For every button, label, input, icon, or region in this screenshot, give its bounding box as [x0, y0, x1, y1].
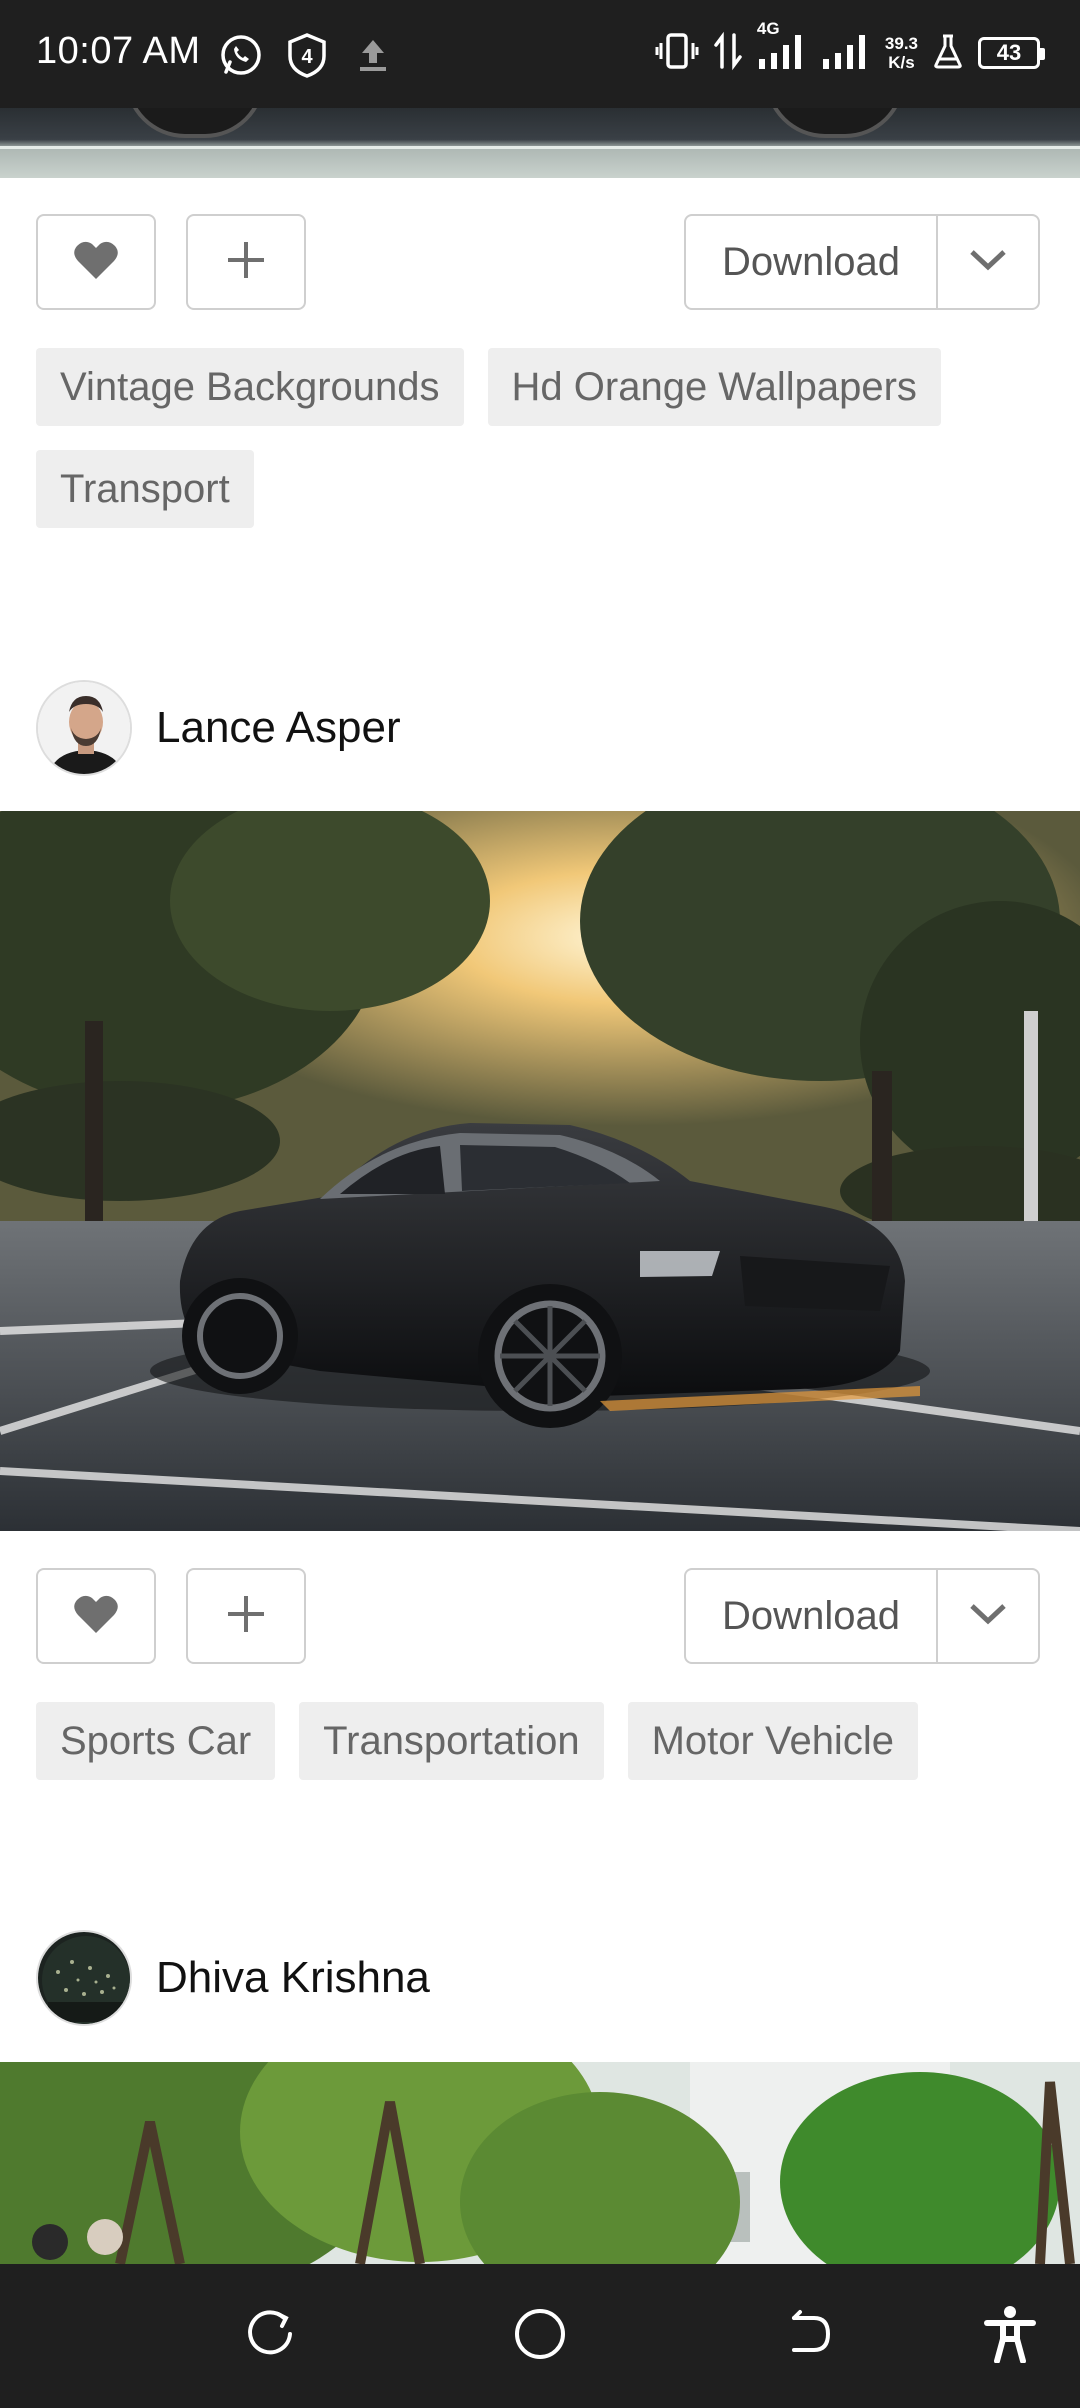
rotate-button[interactable] — [240, 2306, 300, 2366]
status-right-icons: 4G 39.3 K/s 43 — [655, 19, 1045, 78]
chevron-down-icon — [968, 1601, 1008, 1632]
post-photo[interactable] — [0, 811, 1080, 1531]
tag[interactable]: Sports Car — [36, 1702, 276, 1780]
vibrate-icon — [655, 31, 699, 76]
shield-number: 4 — [301, 46, 313, 68]
battery-icon: 43 — [978, 37, 1045, 69]
status-time: 10:07 AM — [36, 30, 201, 72]
back-icon — [784, 2308, 836, 2365]
post-actions: Download — [36, 214, 1040, 310]
battery-level: 43 — [996, 40, 1022, 65]
tag[interactable]: Motor Vehicle — [627, 1702, 918, 1780]
download-options-button[interactable] — [938, 216, 1038, 308]
signal-icon: 4G — [757, 19, 807, 76]
tag[interactable]: Vintage Backgrounds — [36, 348, 464, 426]
download-group: Download — [684, 1568, 1040, 1664]
accessibility-icon — [983, 2305, 1037, 2368]
plus-icon — [224, 238, 268, 287]
status-bar: 10:07 AM 4 4G 39.3 K/s 43 — [0, 0, 1080, 108]
download-button[interactable]: Download — [686, 216, 938, 308]
tag-list: Vintage Backgrounds Hd Orange Wallpapers… — [36, 348, 1046, 528]
author-name[interactable]: Lance Asper — [156, 703, 401, 753]
data-transfer-icon — [713, 31, 743, 76]
author-row[interactable]: Dhiva Krishna — [36, 1930, 430, 2026]
author-row[interactable]: Lance Asper — [36, 680, 401, 776]
navigation-bar — [0, 2264, 1080, 2408]
avatar[interactable] — [36, 680, 132, 776]
flask-icon — [932, 32, 964, 75]
network-type: 4G — [756, 18, 780, 38]
whatsapp-icon — [218, 32, 264, 83]
avatar[interactable] — [36, 1930, 132, 2026]
photo-feed[interactable]: Download Vintage Backgrounds Hd Orange W… — [0, 108, 1080, 2264]
back-button[interactable] — [780, 2306, 840, 2366]
download-button[interactable]: Download — [686, 1570, 938, 1662]
chevron-down-icon — [968, 247, 1008, 278]
tag[interactable]: Transportation — [299, 1702, 604, 1780]
home-icon — [513, 2307, 567, 2366]
author-name[interactable]: Dhiva Krishna — [156, 1953, 430, 2003]
post-photo[interactable] — [0, 2062, 1080, 2264]
like-button[interactable] — [36, 214, 156, 310]
add-to-collection-button[interactable] — [186, 214, 306, 310]
accessibility-button[interactable] — [980, 2305, 1040, 2368]
heart-icon — [73, 1593, 119, 1640]
plus-icon — [224, 1592, 268, 1641]
heart-icon — [73, 239, 119, 286]
rotate-icon — [244, 2308, 296, 2365]
shield-icon: 4 — [286, 32, 328, 83]
net-speed-unit: K/s — [888, 53, 915, 72]
add-to-collection-button[interactable] — [186, 1568, 306, 1664]
signal-icon — [821, 31, 871, 76]
network-speed: 39.3 K/s — [885, 34, 918, 72]
download-group: Download — [684, 214, 1040, 310]
upload-icon — [354, 36, 392, 79]
net-speed-value: 39.3 — [884, 34, 918, 53]
home-button[interactable] — [510, 2306, 570, 2366]
tag[interactable]: Hd Orange Wallpapers — [487, 348, 941, 426]
download-options-button[interactable] — [938, 1570, 1038, 1662]
post-photo-previous[interactable] — [0, 108, 1080, 178]
tag[interactable]: Transport — [36, 450, 254, 528]
like-button[interactable] — [36, 1568, 156, 1664]
post-actions: Download — [36, 1568, 1040, 1664]
tag-list: Sports Car Transportation Motor Vehicle — [36, 1702, 1046, 1780]
